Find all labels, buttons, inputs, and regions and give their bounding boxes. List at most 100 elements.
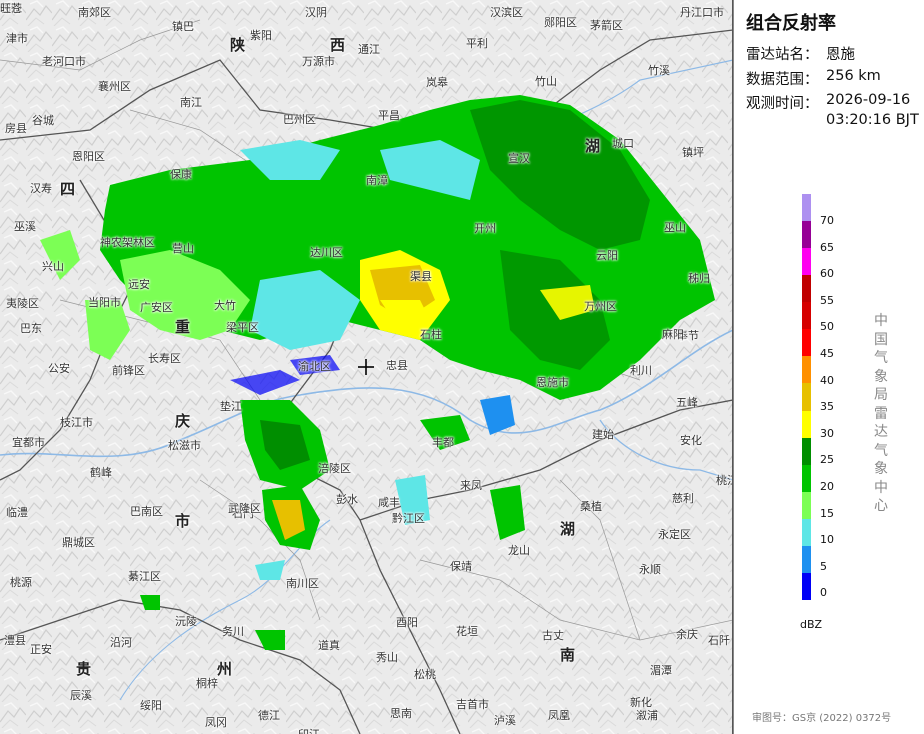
place-label: 枝江市 [60,416,93,429]
place-label: 松滋市 [168,439,201,452]
place-label: 龙山 [508,544,530,557]
scale-swatch [802,383,811,412]
place-label: 汉寿 [30,182,52,195]
place-label: 麻阳 [662,328,684,341]
place-label: 公安 [48,362,70,375]
place-label: 花垣 [456,625,478,638]
place-label: 保康 [170,168,192,181]
place-label: 沿河 [110,636,132,649]
place-label: 永顺 [639,563,661,576]
province-label: 庆 [175,412,191,430]
place-label: 汉滨区 [490,6,523,19]
place-label: 桐梓 [196,677,218,690]
place-label: 巴南区 [130,505,163,518]
place-label: 营山 [172,242,194,255]
place-label: 镇坪 [682,146,704,159]
place-label: 南川区 [286,577,319,590]
place-label: 思南 [390,707,412,720]
place-label: 万州区 [584,300,617,313]
scale-swatch [802,275,811,303]
place-label: 古丈 [542,629,564,642]
province-label: 贵 [76,660,92,678]
time-clock: 03:20:16 BJT [826,112,919,128]
scale-swatch [802,221,811,249]
place-label: 武隆区 [228,502,261,515]
place-label: 永定区 [658,528,691,541]
place-label: 当阳市 [88,296,121,309]
place-label: 石阡 [708,634,730,647]
place-label: 开州 [474,222,496,235]
info-panel: 组合反射率 雷达站名： 恩施 数据范围： 256 km 观测时间： 2026-0… [733,0,924,734]
place-label: 广安区 [140,301,173,314]
place-label: 新化 [630,696,652,709]
place-label: 襄州区 [98,80,131,93]
scale-swatch [802,194,811,222]
place-label: 彭水 [336,493,358,506]
place-label: 吉首市 [456,698,489,711]
place-label: 房县 [5,122,27,135]
place-label: 巴州区 [283,113,316,126]
station-value: 恩施 [826,47,855,63]
scale-tick-label: 45 [820,347,834,360]
place-label: 临澧 [6,506,28,519]
place-label: 郧阳区 [544,16,577,29]
place-label: 竹山 [535,75,557,88]
scale-unit: dBZ [800,618,823,631]
place-label: 南江 [180,96,202,109]
radar-viewer: 陕 西 四 重 庆 市 湖 湖 南 贵 州 南郊区 镇巴 紫阳 汉阴 汉滨区 郧阳区 茅箭区… [0,0,924,734]
place-label: 凤冈 [205,716,227,729]
place-label: 镇巴 [172,20,194,33]
place-label: 渝北区 [298,360,331,373]
place-label: 印江 [298,726,320,734]
scale-tick-label: 15 [820,506,834,520]
place-label: 万源市 [302,55,335,68]
province-label: 湖 [585,137,601,155]
place-label: 汉阴 [305,6,327,19]
scale-swatch [802,437,811,466]
province-label: 州 [217,660,233,678]
place-label: 巴东 [20,322,42,335]
station-row: 雷达站名： 恩施 [746,43,855,64]
place-label: 建始 [592,428,614,441]
radar-map[interactable]: 陕 西 四 重 庆 市 湖 湖 南 贵 州 南郊区 镇巴 紫阳 汉阴 汉滨区 郧阳区 茅箭区… [0,0,733,734]
scale-swatch [802,248,811,276]
range-value: 256 km [826,68,881,84]
province-label: 市 [175,512,191,530]
place-label: 前锋区 [112,364,145,377]
place-label: 紫阳 [250,29,272,42]
scale-tick-label: 50 [820,320,834,334]
scale-tick-label: 0 [820,586,827,600]
scale-swatch [802,329,811,357]
station-label: 雷达站名： [746,47,819,63]
place-label: 桑植 [580,500,602,513]
place-label: 忠县 [386,359,408,372]
scale-tick-label: 25 [820,453,834,467]
place-label: 桃源 [10,576,32,589]
place-label: 绥阳 [140,699,162,712]
approval-number: 审图号：GS京 (2022) 0372号 [752,713,892,724]
place-label: 沅陵 [175,615,197,628]
place-label: 秀山 [376,651,398,664]
scale-tick-label: 35 [820,400,834,414]
place-label: 宣汉 [508,152,530,165]
agency-label: 中国气象局雷达气象中心 [874,313,888,514]
scale-tick-label: 70 [820,214,834,227]
place-label: 丰都 [432,436,454,449]
place-label: 大竹 [214,299,236,312]
place-label: 涪陵区 [318,462,351,475]
place-label: 湄潭 [650,664,672,677]
scale-tick-label: 40 [820,373,834,387]
place-label: 鹤峰 [90,466,112,479]
range-row: 数据范围： 256 km [746,68,881,89]
place-label: 安化 [680,434,702,447]
place-label: 綦江区 [128,570,161,583]
scale-tick-label: 20 [820,480,834,493]
place-label: 老河口市 [42,55,86,68]
place-label: 丹江口市 [680,6,724,19]
scale-swatch [802,572,811,601]
scale-tick-label: 60 [820,267,834,281]
scale-swatch [802,410,811,439]
range-label: 数据范围： [746,72,819,88]
place-label: 平利 [466,37,488,50]
place-label: 平昌 [378,109,400,122]
